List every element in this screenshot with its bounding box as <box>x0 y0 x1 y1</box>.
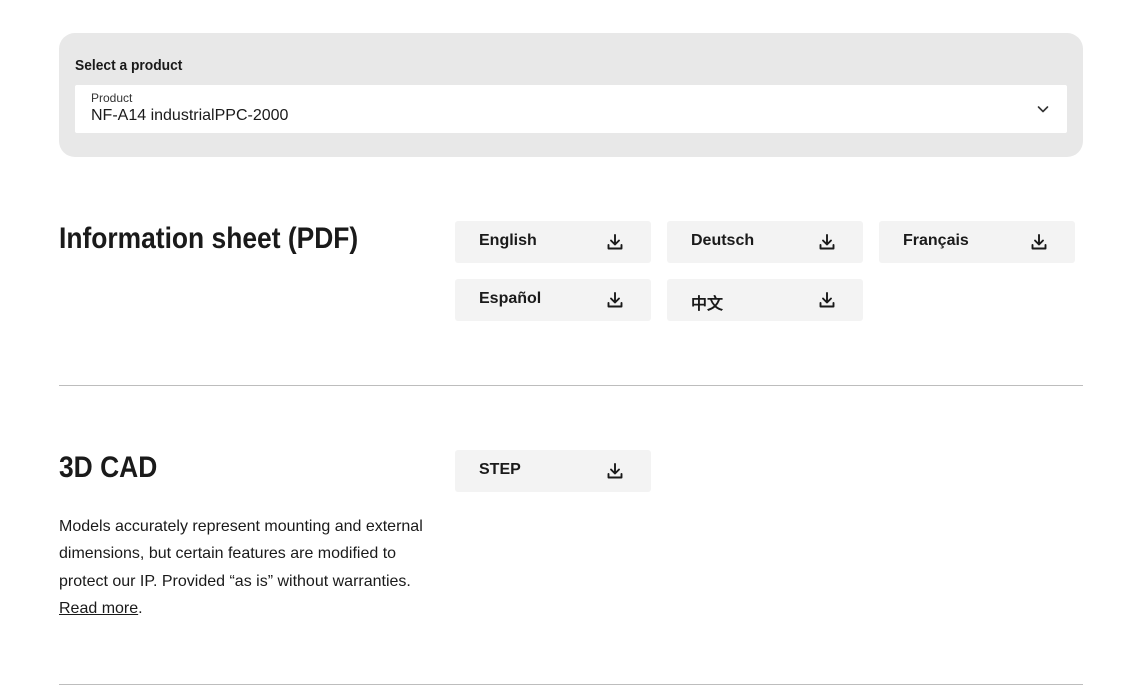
download-english-button[interactable]: English <box>455 221 651 263</box>
cad-description: Models accurately represent mounting and… <box>59 513 429 622</box>
download-icon <box>819 292 835 308</box>
product-select-label: Product <box>91 91 133 105</box>
download-chinese-button[interactable]: 中文 <box>667 279 863 321</box>
selector-heading: Select a product <box>75 57 183 74</box>
product-select[interactable]: Product NF-A14 industrialPPC-2000 <box>75 85 1067 133</box>
download-deutsch-button[interactable]: Deutsch <box>667 221 863 263</box>
download-icon <box>1031 234 1047 250</box>
download-icon <box>819 234 835 250</box>
download-deutsch-label: Deutsch <box>691 232 755 249</box>
product-select-value: NF-A14 industrialPPC-2000 <box>91 107 289 124</box>
download-espanol-button[interactable]: Español <box>455 279 651 321</box>
read-more-link[interactable]: Read more <box>59 600 138 617</box>
section-divider <box>59 684 1083 685</box>
download-step-label: STEP <box>479 461 521 478</box>
download-icon <box>607 292 623 308</box>
section-divider <box>59 385 1083 386</box>
cad-description-period: . <box>138 599 143 617</box>
product-selector-panel: Select a product Product NF-A14 industri… <box>59 33 1083 157</box>
download-english-label: English <box>479 232 537 249</box>
download-step-button[interactable]: STEP <box>455 450 651 492</box>
download-francais-button[interactable]: Français <box>879 221 1075 263</box>
cad-description-text: Models accurately represent mounting and… <box>59 518 423 590</box>
download-icon <box>607 463 623 479</box>
download-chinese-label: 中文 <box>691 296 724 313</box>
download-icon <box>607 234 623 250</box>
chevron-down-icon <box>1037 106 1049 113</box>
info-sheet-title: Information sheet (PDF) <box>59 222 359 255</box>
cad-title: 3D CAD <box>59 451 158 484</box>
download-francais-label: Français <box>903 232 969 249</box>
download-espanol-label: Español <box>479 290 542 307</box>
